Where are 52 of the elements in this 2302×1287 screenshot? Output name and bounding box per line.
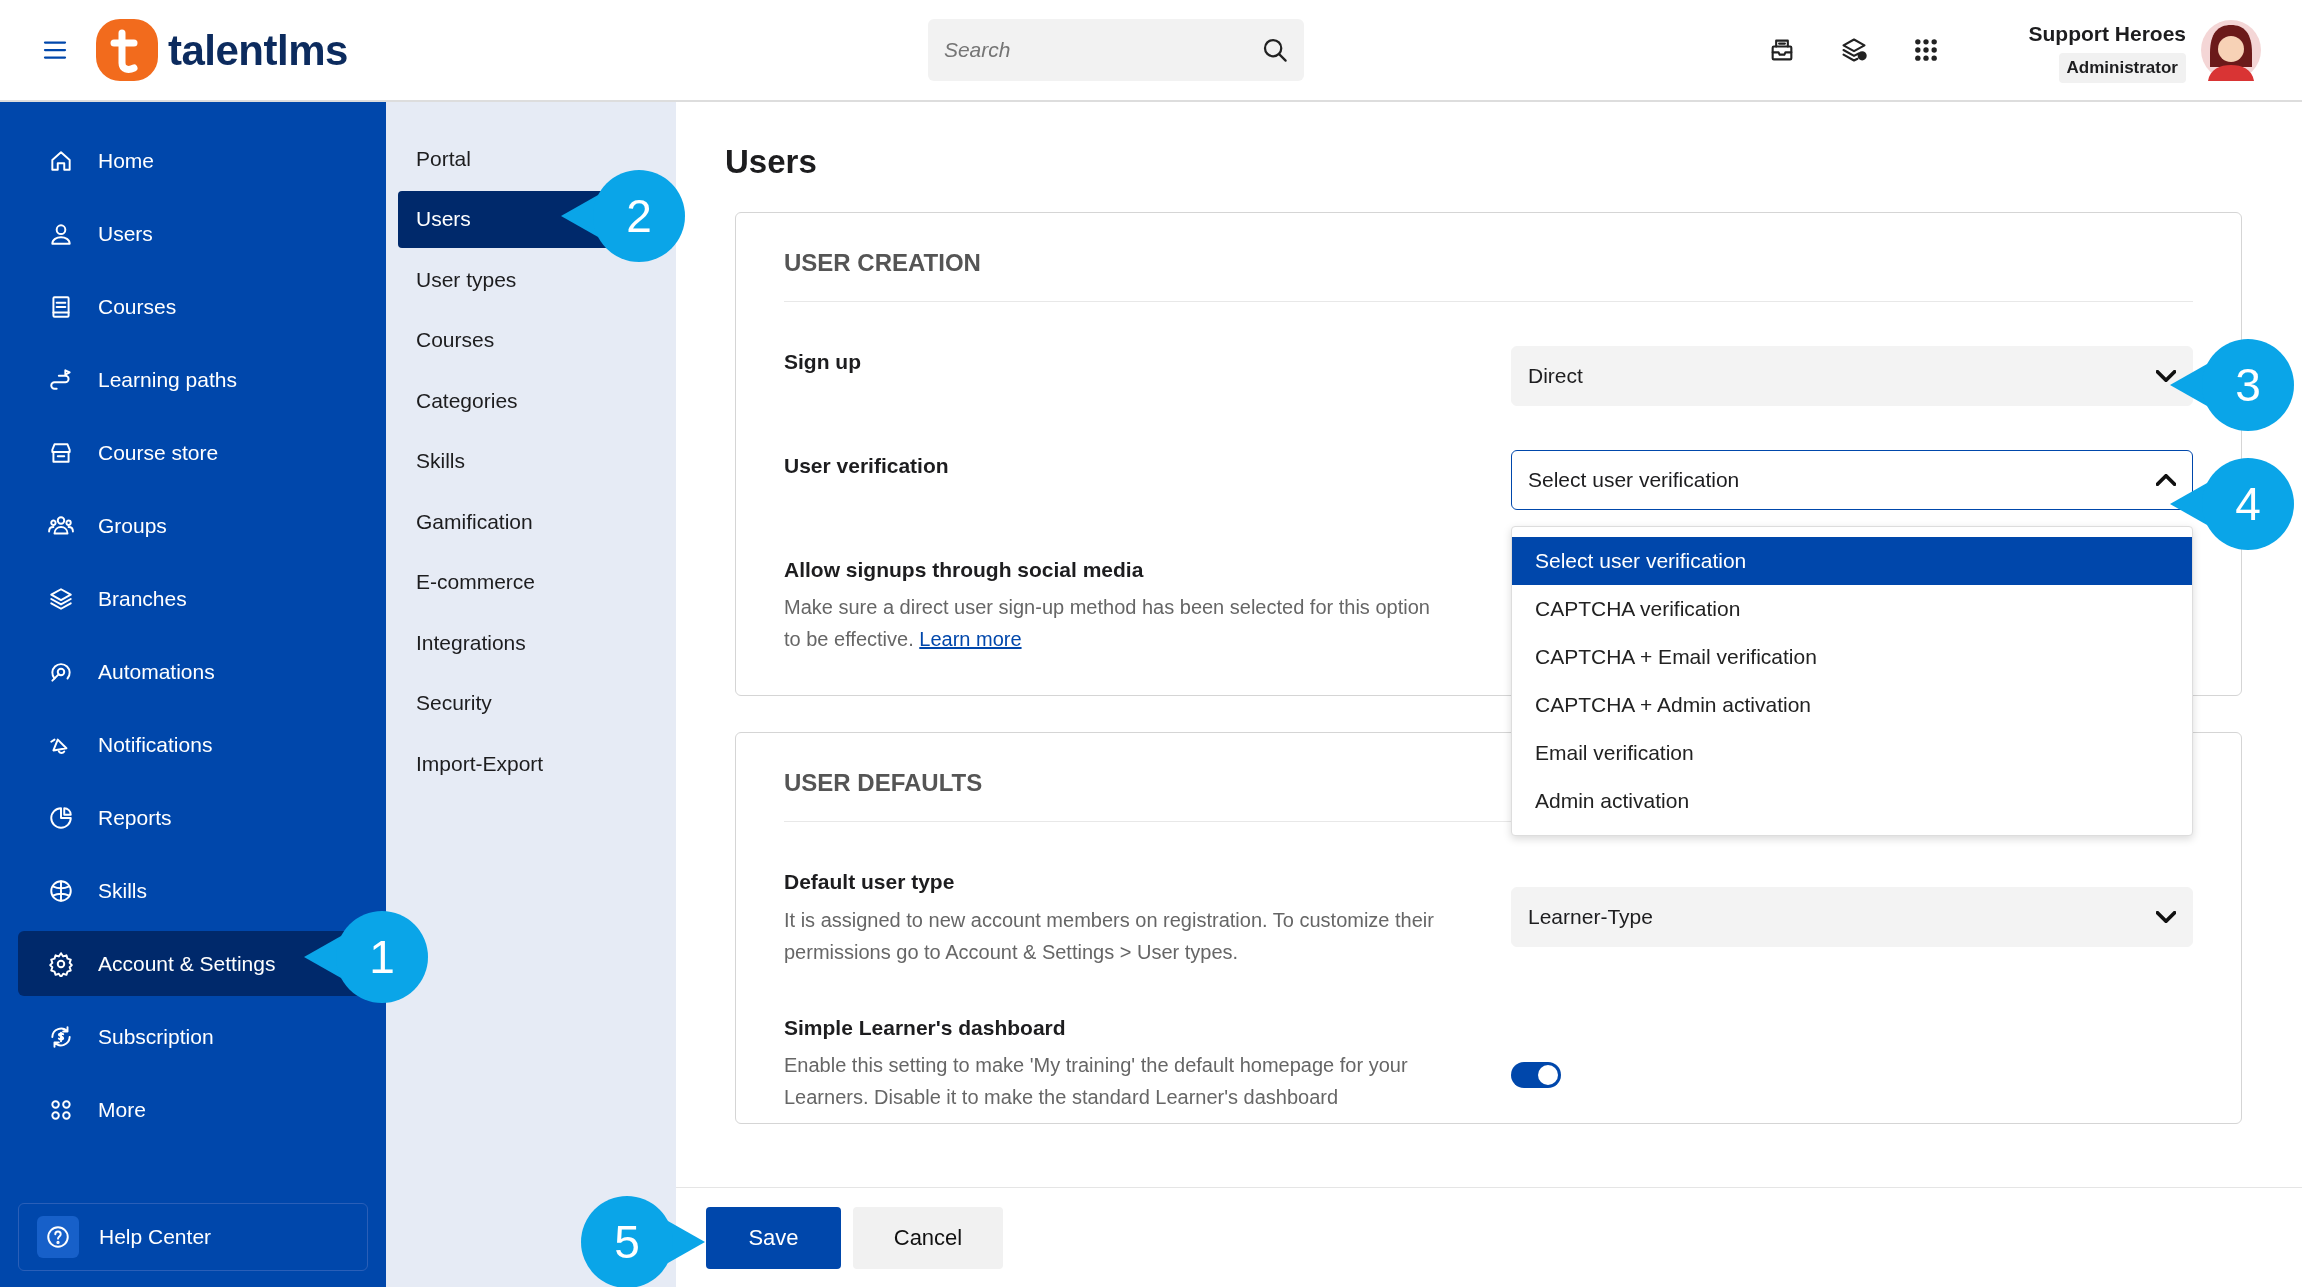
sidebar-item[interactable]: Users (18, 201, 368, 266)
sidebar-item[interactable]: More (18, 1077, 368, 1142)
dropdown-option[interactable]: CAPTCHA verification (1512, 584, 2192, 633)
setting-label: Default user type (784, 869, 956, 896)
logo-text: talentlms (168, 25, 348, 76)
page-title: Users (725, 142, 818, 182)
user-name: Support Heroes (2028, 20, 2186, 47)
search-field[interactable]: Search (927, 19, 1304, 81)
sidebar-item[interactable]: Home (18, 128, 368, 193)
sidebar-item[interactable]: Automations (18, 639, 368, 704)
dropdown-option[interactable]: CAPTCHA + Email verification (1512, 632, 2192, 681)
setting-label: Simple Learner's dashboard (784, 1014, 1067, 1041)
sidebar-item[interactable]: Notifications (18, 712, 368, 777)
callout-tooltip: 5 (581, 1196, 705, 1287)
sidebar-item[interactable]: Courses (18, 274, 368, 339)
subnav-item[interactable]: Security (398, 674, 664, 732)
setting-description: Make sure a direct user sign-up method has been selected for this option to be effective. Learn more (784, 595, 1431, 653)
sidebar-item[interactable]: Course store (18, 420, 368, 485)
dropdown-option[interactable]: CAPTCHA + Admin activation (1512, 680, 2192, 729)
sidebar-item[interactable]: Branches (18, 566, 368, 631)
setting-description: It is assigned to new account members on registration. To customize their permissions go to Account & Settings > User types. (784, 907, 1435, 965)
dropdown-option[interactable]: Select user verification (1512, 536, 2192, 585)
sidebar-item[interactable]: Subscription (18, 1004, 368, 1069)
dropdown-option[interactable]: Admin activation (1512, 776, 2192, 825)
subnav-item[interactable]: Import-Export (398, 735, 664, 792)
setting-label: User verification (784, 452, 950, 479)
help-center-button[interactable]: Help Center (18, 1203, 368, 1271)
setting-description: Enable this setting to make 'My training' the default homepage for your Learners. Disable it to make the standard Learner's dashboard (784, 1053, 1409, 1111)
sidebar-item[interactable]: Reports (18, 785, 368, 850)
subnav-item[interactable]: E-commerce (398, 553, 664, 611)
callout-tooltip: 1 (304, 911, 428, 1003)
sidebar-item[interactable]: Learning paths (18, 347, 368, 412)
setting-label: Allow signups through social media (784, 556, 1145, 583)
subnav-item[interactable]: Courses (398, 311, 664, 369)
select-field[interactable]: Direct (1511, 345, 2193, 406)
callout-tooltip: 3 (2170, 339, 2294, 431)
subnav-item[interactable]: Categories (398, 372, 664, 429)
subnav-item[interactable]: Gamification (398, 493, 664, 550)
dropdown-option[interactable]: Email verification (1512, 728, 2192, 777)
select-field[interactable]: Learner-Type (1511, 886, 2193, 947)
subnav-item[interactable]: Skills (398, 432, 664, 490)
setting-label: Sign up (784, 348, 862, 375)
learn-more-link[interactable]: Learn more (919, 628, 1022, 651)
save-button[interactable]: Save (706, 1206, 841, 1269)
callout-tooltip: 4 (2170, 458, 2294, 550)
sidebar-item[interactable]: Groups (18, 493, 368, 558)
section-title: USER CREATION (784, 244, 2193, 302)
subnav-item[interactable]: Integrations (398, 614, 664, 671)
callout-tooltip: 2 (561, 170, 685, 262)
user-role: Administrator (2058, 53, 2186, 83)
cancel-button[interactable]: Cancel (853, 1206, 1003, 1269)
select-field[interactable]: Select user verification (1511, 449, 2193, 510)
